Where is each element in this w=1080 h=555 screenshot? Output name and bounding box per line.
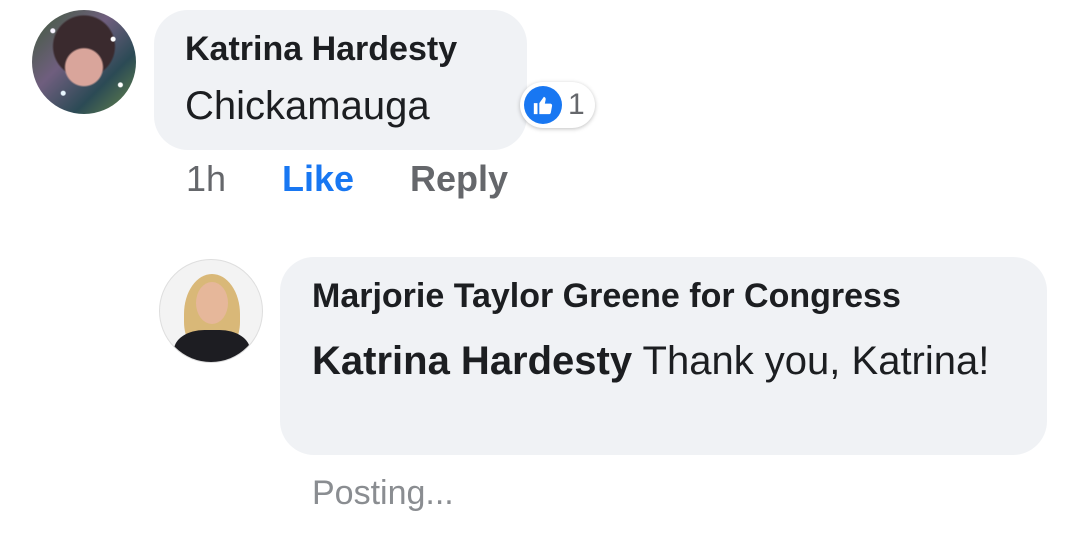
reaction-count: 1 xyxy=(568,88,585,121)
reply-author-avatar[interactable] xyxy=(159,259,263,363)
commenter-avatar[interactable] xyxy=(32,10,136,114)
like-button[interactable]: Like xyxy=(282,158,410,200)
reply-text: Katrina Hardesty Thank you, Katrina! xyxy=(312,333,1012,389)
posting-status: Posting... xyxy=(312,474,454,512)
thumbs-up-icon xyxy=(524,86,562,124)
comment-timestamp[interactable]: 1h xyxy=(186,158,282,200)
comment-actions: 1h Like Reply xyxy=(186,158,508,200)
reaction-badge[interactable]: 1 xyxy=(520,82,595,128)
reply-message: Thank you, Katrina! xyxy=(632,339,990,383)
reply-bubble: Marjorie Taylor Greene for Congress Katr… xyxy=(280,257,1047,455)
comment-text: Chickamauga xyxy=(185,84,430,128)
mention-tag[interactable]: Katrina Hardesty xyxy=(312,339,632,383)
reply-button[interactable]: Reply xyxy=(410,158,508,200)
comment-author[interactable]: Katrina Hardesty xyxy=(185,30,457,69)
comment-bubble: Katrina Hardesty Chickamauga xyxy=(154,10,527,150)
comment-thread: Katrina Hardesty Chickamauga 1 1h Like R… xyxy=(0,0,1080,555)
reply-author[interactable]: Marjorie Taylor Greene for Congress xyxy=(312,277,901,316)
